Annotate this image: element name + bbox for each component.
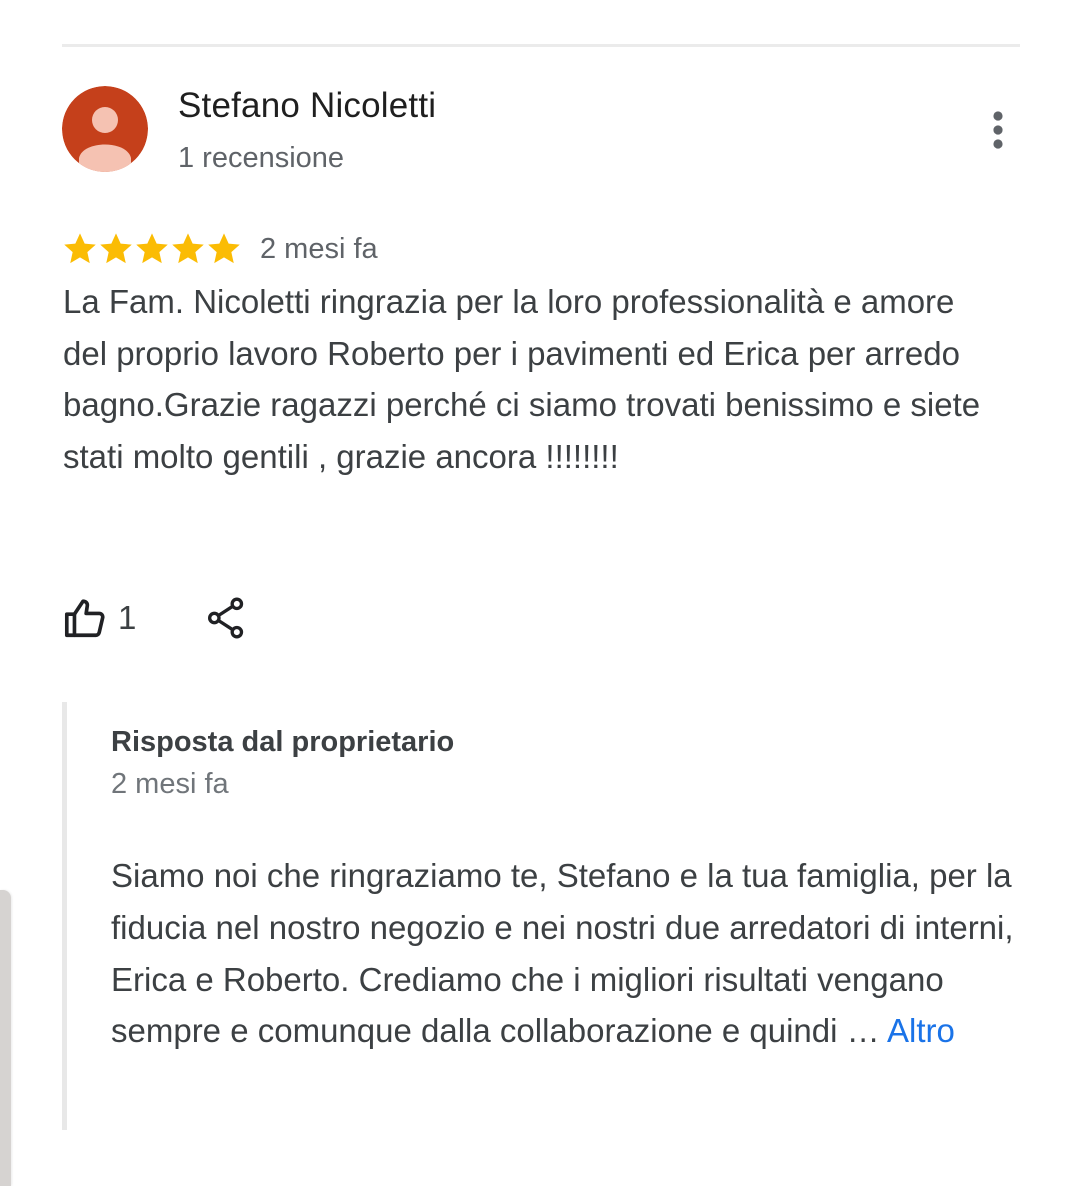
review-date: 2 mesi fa xyxy=(260,232,378,265)
review-actions: 1 xyxy=(62,592,246,644)
reviewer-review-count[interactable]: 1 recensione xyxy=(178,142,344,175)
star-icon xyxy=(64,233,96,264)
like-button[interactable]: 1 xyxy=(62,595,136,641)
share-button[interactable] xyxy=(206,596,246,640)
star-icon xyxy=(136,233,168,264)
star-icon xyxy=(208,233,240,264)
share-icon xyxy=(208,597,244,639)
top-divider xyxy=(62,44,1020,47)
star-icon xyxy=(172,233,204,264)
more-vert-icon xyxy=(993,111,1003,149)
owner-reply-date: 2 mesi fa xyxy=(111,768,229,800)
like-count: 1 xyxy=(118,599,137,636)
star-rating xyxy=(62,231,242,267)
rating-row: 2 mesi fa xyxy=(62,226,378,272)
edge-panel-handle[interactable] xyxy=(0,890,11,1186)
owner-reply-body: Siamo noi che ringraziamo te, Stefano e … xyxy=(111,857,1014,1050)
owner-reply-title: Risposta dal proprietario xyxy=(111,726,455,758)
review-text: La Fam. Nicoletti ringrazia per la loro … xyxy=(63,283,981,475)
person-avatar-icon[interactable] xyxy=(62,86,148,172)
star-icon xyxy=(100,233,132,264)
avatar-graphic xyxy=(62,86,148,172)
owner-reply-text: Siamo noi che ringraziamo te, Stefano e … xyxy=(111,850,1021,1057)
more-link[interactable]: Altro xyxy=(887,1012,955,1049)
reviewer-name[interactable]: Stefano Nicoletti xyxy=(178,86,436,126)
owner-reply: Risposta dal proprietario 2 mesi fa Siam… xyxy=(62,702,1027,1130)
review-card: Stefano Nicoletti 1 recensione 2 mesi fa… xyxy=(0,0,1080,1186)
thumbs-up-icon xyxy=(64,599,105,638)
more-options-button[interactable] xyxy=(976,104,1020,156)
